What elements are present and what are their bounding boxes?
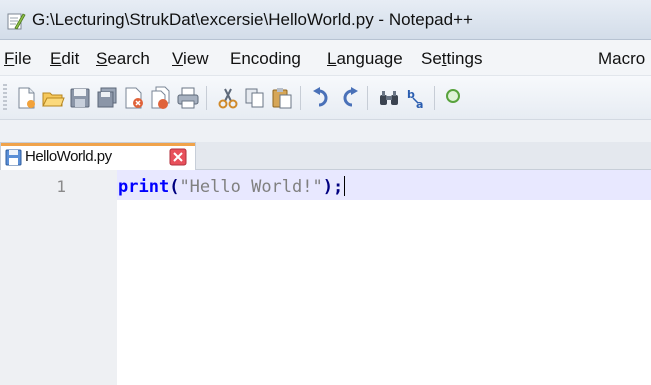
menu-language-label: anguage bbox=[336, 49, 403, 68]
line-number-gutter: 1 bbox=[0, 170, 117, 385]
window-title: G:\Lecturing\StrukDat\excersie\HelloWorl… bbox=[32, 10, 473, 29]
replace-icon[interactable]: ba bbox=[404, 86, 428, 110]
menu-file-label: ile bbox=[14, 49, 32, 68]
menu-bar: File Edit Search View Encoding Language … bbox=[0, 40, 651, 76]
redo-icon[interactable] bbox=[337, 86, 361, 110]
menu-language[interactable]: Language bbox=[327, 49, 403, 69]
tab-bar: HelloWorld.py bbox=[0, 142, 651, 171]
menu-file-accel: F bbox=[4, 49, 15, 68]
menu-edit-accel: E bbox=[50, 49, 62, 68]
toolbar-separator bbox=[300, 86, 301, 110]
menu-edit-label: dit bbox=[61, 49, 80, 68]
menu-encoding[interactable]: Encoding bbox=[230, 49, 301, 69]
menu-search-accel: S bbox=[96, 49, 108, 68]
menu-view-accel: V bbox=[172, 49, 184, 68]
zoom-icon[interactable] bbox=[441, 86, 465, 110]
tab-close-icon[interactable] bbox=[169, 148, 187, 166]
menu-edit[interactable]: Edit bbox=[50, 49, 79, 69]
notepadpp-icon bbox=[7, 13, 26, 30]
menu-encoding-label: Encoding bbox=[230, 49, 301, 68]
code-string: "Hello World!" bbox=[179, 177, 323, 197]
toolbar: ba bbox=[0, 76, 651, 120]
copy-icon[interactable] bbox=[243, 86, 267, 110]
menu-settings-label: tings bbox=[446, 49, 483, 68]
code-keyword: print bbox=[118, 177, 170, 197]
code-open-paren: ( bbox=[169, 177, 180, 197]
menu-macro[interactable]: Macro bbox=[598, 49, 645, 69]
code-close: ); bbox=[322, 177, 344, 197]
text-caret bbox=[344, 176, 346, 196]
close-all-icon[interactable] bbox=[149, 86, 173, 110]
close-icon[interactable] bbox=[122, 86, 146, 110]
line-number: 1 bbox=[56, 177, 66, 196]
title-bar: G:\Lecturing\StrukDat\excersie\HelloWorl… bbox=[0, 0, 651, 40]
tab-label: HelloWorld.py bbox=[25, 148, 112, 165]
toolbar-separator bbox=[434, 86, 435, 110]
menu-settings[interactable]: Settings bbox=[421, 49, 482, 69]
save-icon[interactable] bbox=[68, 86, 92, 110]
paste-icon[interactable] bbox=[270, 86, 294, 110]
menu-search-label: earch bbox=[107, 49, 150, 68]
menu-view-label: iew bbox=[183, 49, 209, 68]
saved-file-icon bbox=[5, 149, 22, 166]
find-icon[interactable] bbox=[377, 86, 401, 110]
open-file-icon[interactable] bbox=[41, 86, 65, 110]
toolbar-separator bbox=[367, 86, 368, 110]
tab-active-indicator bbox=[1, 143, 195, 146]
menu-view[interactable]: View bbox=[172, 49, 209, 69]
toolbar-grip[interactable] bbox=[3, 84, 7, 112]
menu-file[interactable]: File bbox=[4, 49, 31, 69]
undo-icon[interactable] bbox=[310, 86, 334, 110]
save-all-icon[interactable] bbox=[95, 86, 119, 110]
svg-text:a: a bbox=[416, 98, 423, 110]
editor-area[interactable]: 1 print("Hello World!"); bbox=[0, 170, 651, 385]
print-icon[interactable] bbox=[176, 86, 200, 110]
cut-icon[interactable] bbox=[216, 86, 240, 110]
menu-settings-pre: Se bbox=[421, 49, 442, 68]
code-line[interactable]: print("Hello World!"); bbox=[118, 176, 346, 197]
menu-macro-label: Macro bbox=[598, 49, 646, 68]
tab-helloworld-py[interactable]: HelloWorld.py bbox=[0, 142, 196, 171]
toolbar-separator bbox=[206, 86, 207, 110]
new-file-icon[interactable] bbox=[14, 86, 38, 110]
toolbar-spacer bbox=[0, 120, 651, 142]
menu-search[interactable]: Search bbox=[96, 49, 150, 69]
